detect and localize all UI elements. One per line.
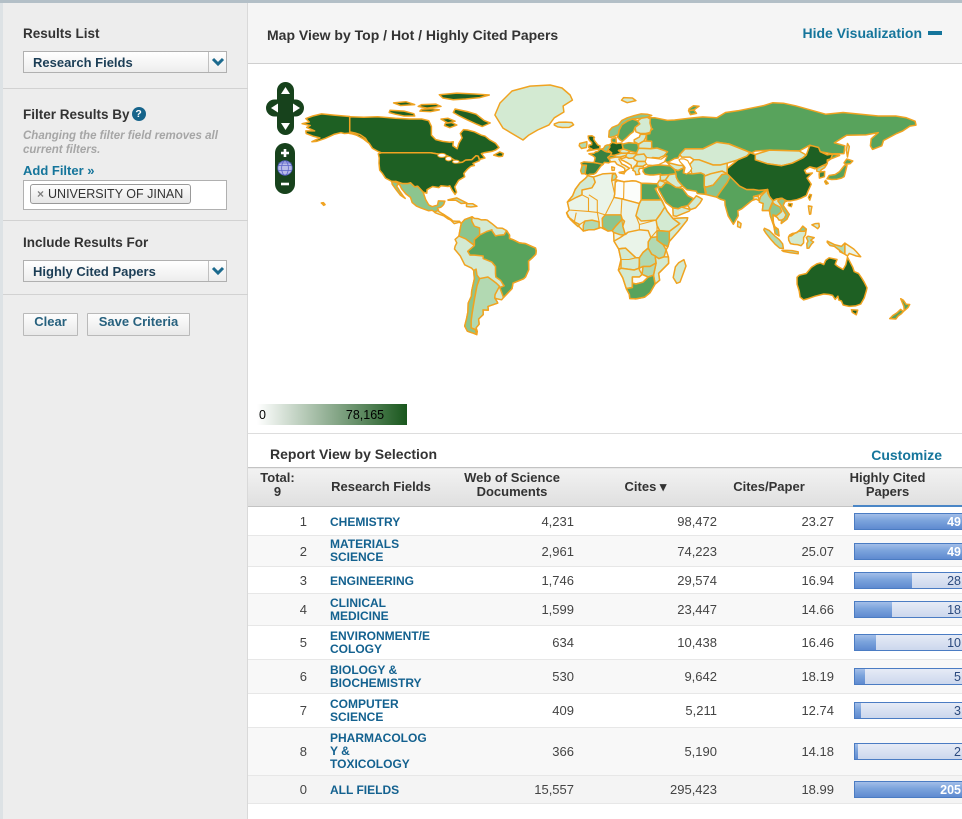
svg-text:78,165: 78,165 — [346, 408, 384, 422]
svg-text:0: 0 — [259, 408, 266, 422]
